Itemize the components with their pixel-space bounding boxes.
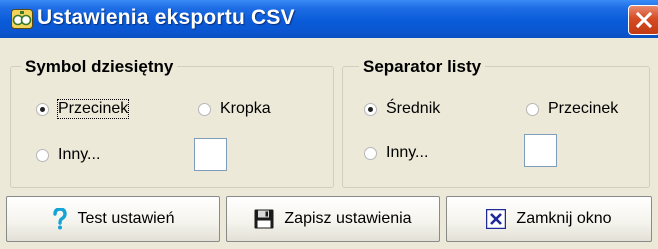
- window-title: Ustawienia eksportu CSV: [37, 6, 295, 29]
- radio-indicator: [364, 102, 377, 116]
- test-settings-label: Test ustawień: [77, 210, 175, 227]
- radio-indicator: [36, 148, 49, 162]
- question-mark-icon: [52, 208, 68, 230]
- radio-label: Przecinek: [56, 99, 130, 119]
- save-settings-button[interactable]: Zapisz ustawienia: [226, 196, 440, 242]
- decimal-other-input[interactable]: [194, 138, 227, 171]
- radio-label: Inny...: [58, 146, 101, 163]
- decimal-radio-other[interactable]: Inny...: [36, 146, 100, 164]
- separator-radio-semicolon[interactable]: Średnik: [364, 100, 440, 118]
- separator-radio-other[interactable]: Inny...: [364, 144, 428, 162]
- radio-label: Średnik: [386, 100, 441, 117]
- decimal-symbol-group: Symbol dziesiętny: [10, 57, 334, 188]
- radio-indicator: [364, 146, 377, 160]
- save-settings-label: Zapisz ustawienia: [284, 210, 412, 227]
- dialog-window: Ustawienia eksportu CSV Symbol dziesiętn…: [0, 0, 658, 249]
- separator-radio-comma[interactable]: Przecinek: [526, 100, 618, 118]
- floppy-disk-icon: [254, 209, 274, 229]
- test-settings-button[interactable]: Test ustawień: [6, 196, 220, 242]
- close-window-label: Zamknij okno: [516, 210, 612, 227]
- radio-label: Inny...: [386, 144, 429, 161]
- list-separator-legend: Separator listy: [359, 57, 486, 77]
- radio-indicator: [526, 102, 539, 116]
- decimal-radio-comma[interactable]: Przecinek: [36, 99, 130, 119]
- radio-indicator: [36, 102, 49, 116]
- decimal-symbol-legend: Symbol dziesiętny: [21, 57, 178, 77]
- app-icon: [11, 9, 33, 29]
- radio-label: Kropka: [220, 100, 271, 117]
- separator-other-input[interactable]: [524, 134, 557, 167]
- radio-indicator: [198, 102, 211, 116]
- close-window-button[interactable]: Zamknij okno: [446, 196, 652, 242]
- close-x-icon: [486, 209, 507, 229]
- close-icon: [635, 11, 653, 29]
- title-bar[interactable]: Ustawienia eksportu CSV: [0, 0, 658, 38]
- list-separator-group: Separator listy: [342, 57, 650, 188]
- radio-label: Przecinek: [548, 100, 619, 117]
- decimal-radio-dot[interactable]: Kropka: [198, 100, 271, 118]
- window-close-button[interactable]: [628, 5, 658, 35]
